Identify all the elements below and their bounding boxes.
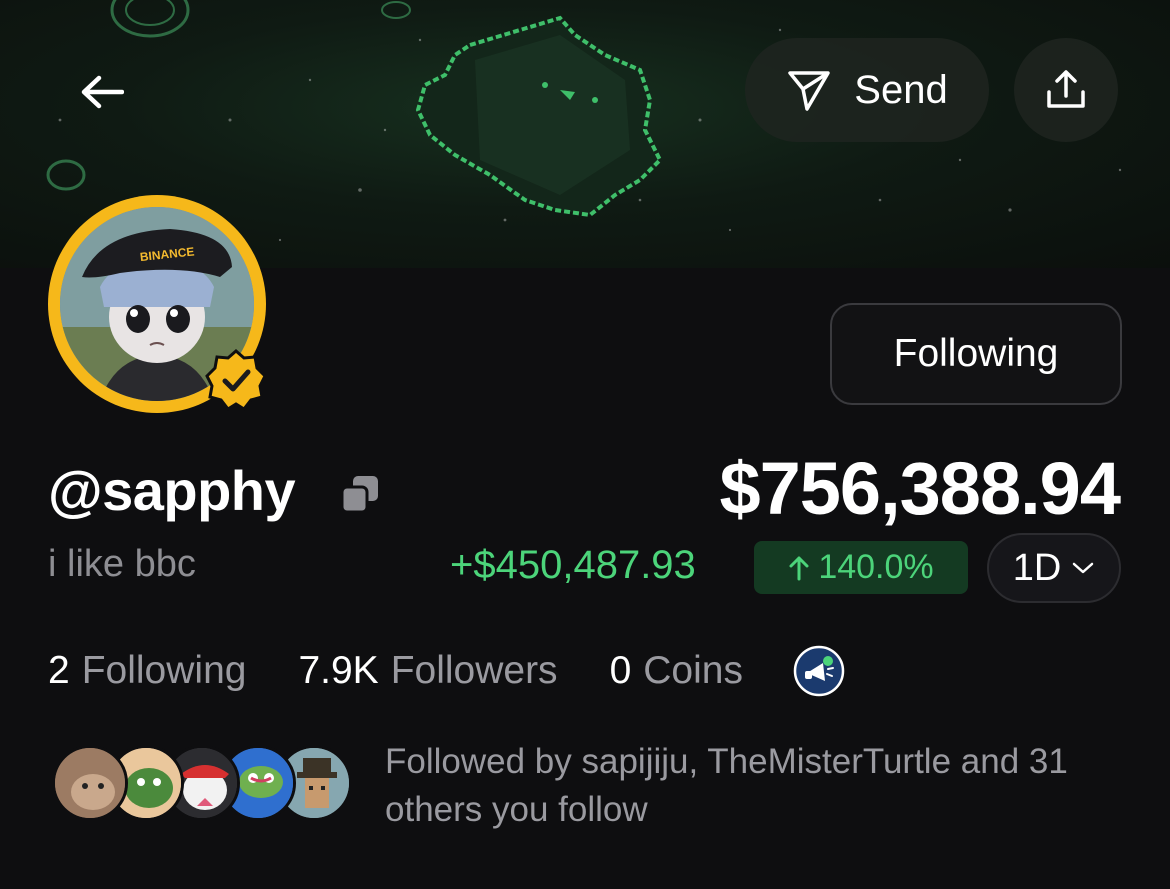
verified-icon [205, 349, 267, 411]
portfolio-change-percent: 140.0% [818, 548, 934, 586]
mutual-avatar [52, 745, 128, 821]
following-stat[interactable]: 2 Following [48, 649, 246, 693]
period-selector[interactable]: 1D [987, 533, 1121, 603]
username: @sapphy [48, 459, 296, 522]
send-label: Send [854, 67, 948, 112]
send-icon [788, 71, 831, 111]
chevron-down-icon [1073, 562, 1094, 574]
share-icon [1047, 70, 1085, 108]
send-button[interactable]: Send [745, 38, 989, 142]
mutual-followers-avatars[interactable] [52, 745, 352, 821]
period-label: 1D [1012, 546, 1062, 589]
copy-icon[interactable] [338, 472, 382, 516]
following-label: Following [81, 649, 247, 692]
share-button[interactable] [1014, 38, 1118, 142]
followed-by-text[interactable]: Followed by sapijiju, TheMisterTurtle an… [385, 738, 1125, 834]
arrow-up-icon [789, 556, 809, 580]
following-button[interactable]: Following [830, 303, 1122, 405]
coins-stat[interactable]: 0 Coins [610, 649, 743, 693]
coins-label: Coins [643, 649, 743, 692]
portfolio-balance: $756,388.94 [719, 447, 1121, 530]
profile-bio: i like bbc [48, 543, 196, 585]
followers-label: Followers [390, 649, 558, 692]
followers-count: 7.9K [298, 649, 379, 692]
following-count: 2 [48, 649, 70, 692]
followers-stat[interactable]: 7.9K Followers [298, 649, 557, 693]
megaphone-badge-icon[interactable] [793, 645, 845, 697]
coins-count: 0 [609, 649, 632, 692]
portfolio-change-badge: 140.0% [754, 541, 968, 594]
profile-stats: 2 Following 7.9K Followers 0 Coins [48, 645, 845, 697]
profile-screen: Send BINANCE Following @sapphy i like bb… [0, 0, 1170, 889]
portfolio-change-amount: +$450,487.93 [450, 543, 696, 587]
back-button[interactable] [60, 50, 144, 134]
back-arrow-icon [81, 75, 124, 109]
